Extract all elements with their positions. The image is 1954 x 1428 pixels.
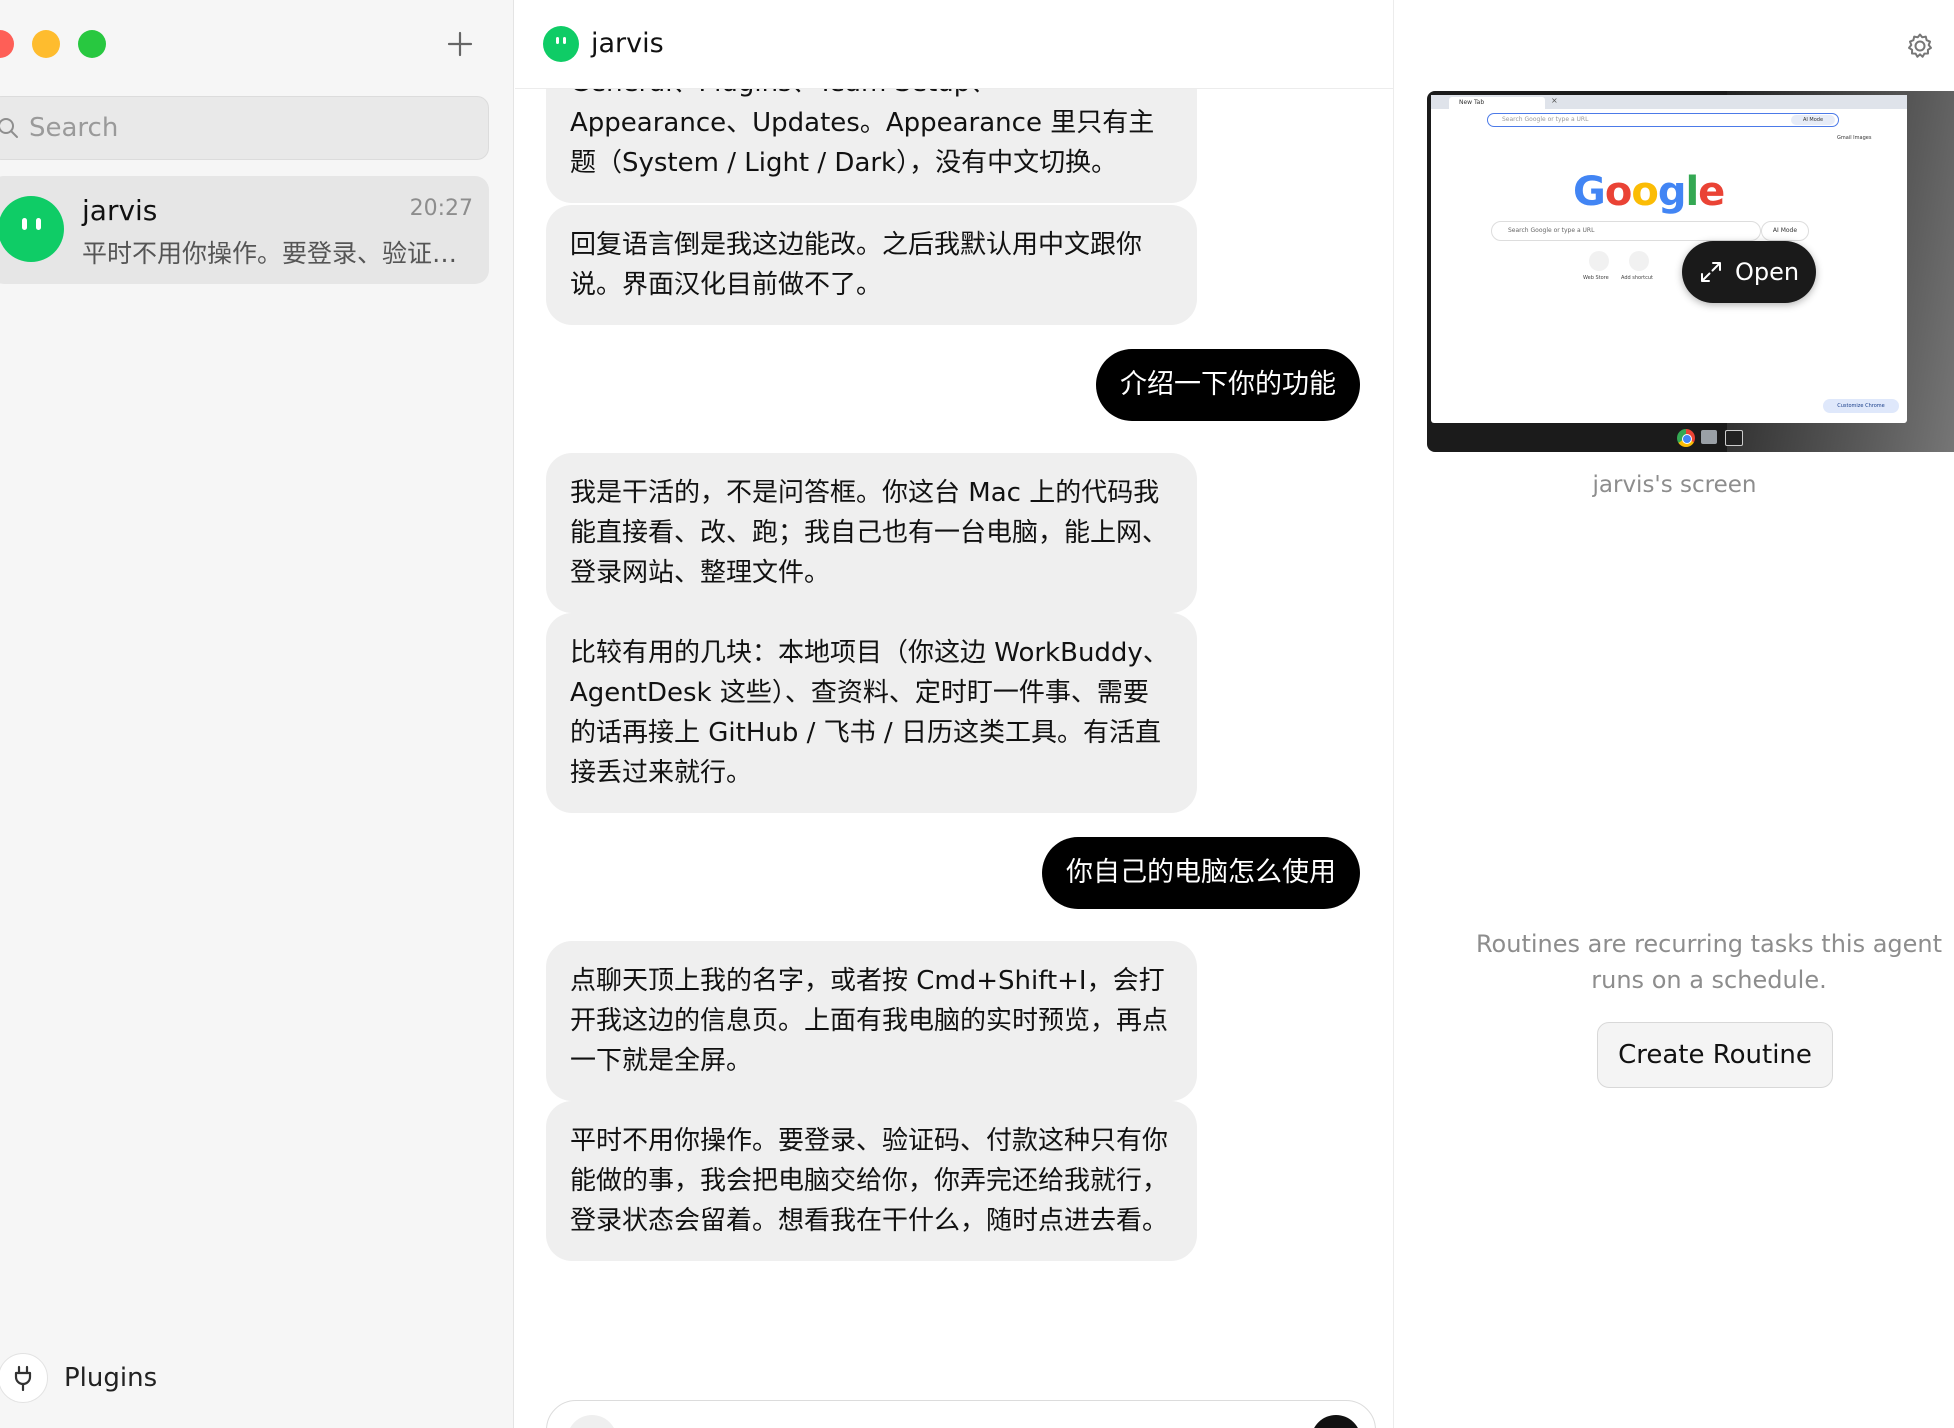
chrome-icon (1677, 429, 1695, 447)
chat-title[interactable]: jarvis (591, 28, 664, 59)
google-ai-mode: AI Mode (1761, 221, 1809, 241)
terminal-icon (1725, 430, 1743, 446)
screen-caption: jarvis's screen (1592, 472, 1757, 498)
message-composer[interactable] (546, 1400, 1376, 1428)
search-input[interactable] (29, 113, 449, 143)
chat-list-item[interactable]: jarvis 20:27 平时不用你操作。要登录、验证码、付款这种只有你能做的事 (0, 176, 489, 284)
plus-icon (447, 31, 473, 57)
attach-button[interactable] (567, 1415, 617, 1428)
url-bar: Search Google or type a URL (1487, 113, 1839, 127)
add-shortcut (1629, 251, 1649, 271)
message-list[interactable]: General、Plugins、Team Setup、Appearance、Up… (515, 89, 1393, 1428)
plug-icon (14, 1365, 32, 1391)
create-routine-button[interactable]: Create Routine (1597, 1022, 1833, 1088)
avatar (0, 196, 64, 262)
routines-description: Routines are recurring tasks this agent … (1475, 930, 1943, 994)
google-search-box: Search Google or type a URL (1491, 221, 1761, 241)
google-top-links: Gmail Images (1837, 135, 1872, 141)
chat-panel: jarvis General、Plugins、Team Setup、Appear… (515, 0, 1393, 1428)
chat-header[interactable]: jarvis (515, 0, 1393, 89)
agent-message: 点聊天顶上我的名字，或者按 Cmd+Shift+I，会打开我这边的信息页。上面有… (546, 941, 1197, 1101)
chat-preview: 平时不用你操作。要登录、验证码、付款这种只有你能做的事 (82, 239, 474, 268)
dock (1677, 427, 1757, 449)
gear-icon (1908, 33, 1932, 58)
expand-icon (1700, 262, 1721, 282)
header-avatar (543, 26, 579, 62)
agent-message: 平时不用你操作。要登录、验证码、付款这种只有你能做的事，我会把电脑交给你，你弄完… (546, 1101, 1197, 1261)
web-store-shortcut (1589, 251, 1609, 271)
user-message: 介绍一下你的功能 (1096, 349, 1360, 421)
browser-tab: New Tab (1449, 97, 1545, 109)
plugins-button[interactable]: Plugins (0, 1350, 157, 1406)
customize-chrome-button: Customize Chrome (1823, 399, 1899, 413)
search-box[interactable] (0, 96, 489, 160)
open-screen-button[interactable]: Open (1682, 241, 1816, 303)
google-logo: Google (1573, 169, 1725, 215)
ai-mode-chip: AI Mode (1791, 115, 1835, 125)
new-chat-button[interactable] (440, 24, 480, 64)
search-icon (0, 118, 18, 138)
files-icon (1701, 430, 1717, 444)
settings-button[interactable] (1900, 26, 1940, 66)
window-minimize-button[interactable] (32, 30, 60, 58)
chat-name: jarvis (82, 194, 158, 227)
chat-time: 20:27 (409, 196, 473, 221)
agent-screen-preview[interactable]: New Tab × Search Google or type a URL AI… (1427, 91, 1954, 452)
agent-message: 我是干活的，不是问答框。你这台 Mac 上的代码我能直接看、改、跑；我自己也有一… (546, 453, 1197, 613)
agent-message: 回复语言倒是我这边能改。之后我默认用中文跟你说。界面汉化目前做不了。 (546, 205, 1197, 325)
agent-info-panel: New Tab × Search Google or type a URL AI… (1393, 0, 1954, 1428)
agent-message: 比较有用的几块：本地项目（你这边 WorkBuddy、AgentDesk 这些）… (546, 613, 1197, 813)
user-message: 你自己的电脑怎么使用 (1042, 837, 1360, 909)
agent-message: General、Plugins、Team Setup、Appearance、Up… (546, 89, 1197, 203)
open-label: Open (1734, 258, 1800, 286)
window-zoom-button[interactable] (78, 30, 106, 58)
send-button[interactable] (1311, 1415, 1361, 1428)
sidebar: jarvis 20:27 平时不用你操作。要登录、验证码、付款这种只有你能做的事… (0, 0, 514, 1428)
plugins-label: Plugins (64, 1363, 158, 1393)
window-close-button[interactable] (0, 30, 14, 58)
browser-window: New Tab × Search Google or type a URL AI… (1431, 95, 1907, 423)
